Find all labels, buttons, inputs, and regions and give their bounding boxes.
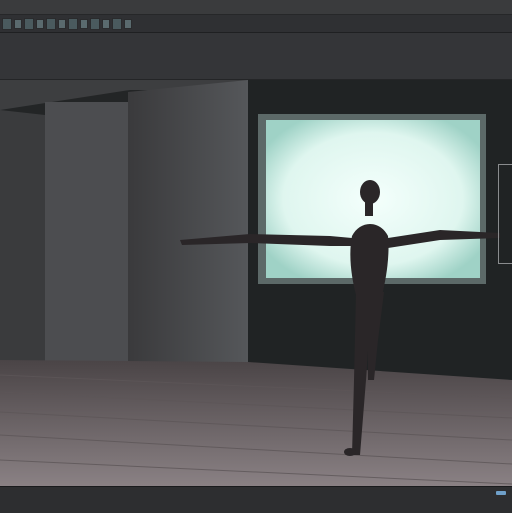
scene-render	[0, 80, 512, 486]
status-indicator	[496, 491, 506, 495]
tool-icon[interactable]	[58, 18, 66, 29]
tool-icon[interactable]	[14, 18, 22, 29]
tool-icon[interactable]	[90, 17, 100, 30]
left-wall	[0, 110, 45, 365]
tool-icon[interactable]	[80, 18, 88, 29]
tool-icon[interactable]	[102, 18, 110, 29]
left-pillar	[45, 102, 130, 364]
side-panel-handle[interactable]	[498, 164, 512, 264]
tool-icon[interactable]	[2, 17, 12, 30]
tool-icon[interactable]	[46, 17, 56, 30]
tool-icon[interactable]	[124, 18, 132, 29]
title-bar	[0, 0, 512, 15]
tool-icon[interactable]	[68, 17, 78, 30]
status-bar	[0, 486, 512, 513]
app-window	[0, 0, 512, 513]
render-viewport[interactable]	[0, 80, 512, 486]
tool-icon[interactable]	[112, 17, 122, 30]
tool-icon[interactable]	[24, 17, 34, 30]
toolbar	[0, 15, 512, 33]
corner-wall	[128, 80, 248, 364]
tool-icon[interactable]	[36, 18, 44, 29]
header-panel	[0, 33, 512, 80]
